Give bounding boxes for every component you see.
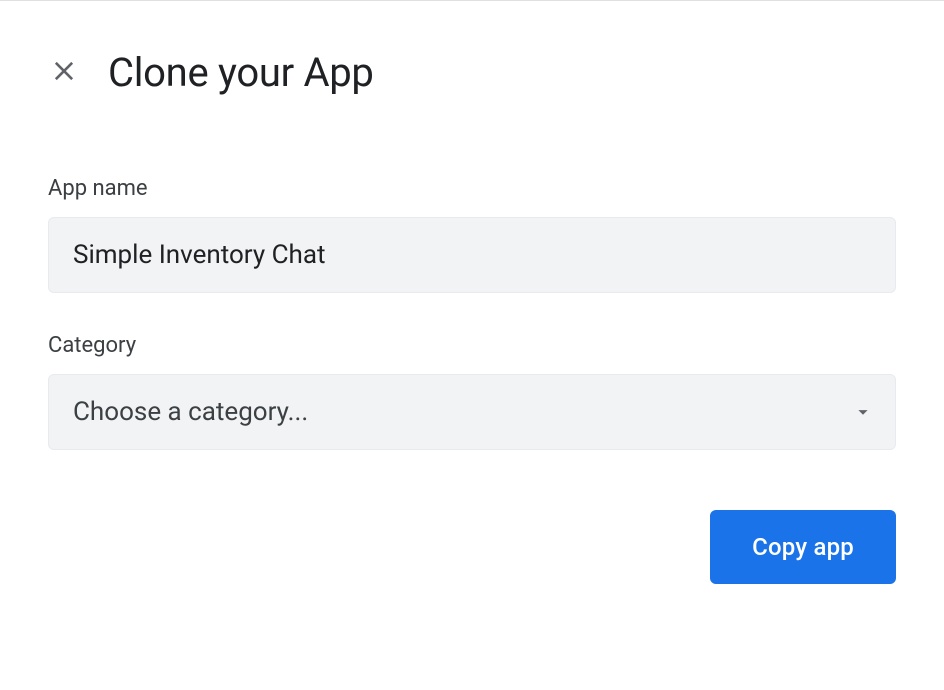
category-field-group: Category Choose a category... [48,333,896,450]
app-name-field-group: App name [48,176,896,293]
category-select-value: Choose a category... [73,397,308,427]
close-button[interactable] [48,57,80,89]
category-label: Category [48,333,896,358]
dialog-title: Clone your App [108,49,374,96]
clone-app-dialog: Clone your App App name Category Choose … [0,1,944,632]
app-name-label: App name [48,176,896,201]
category-select-wrap: Choose a category... [48,374,896,450]
dialog-actions: Copy app [48,510,896,584]
dialog-header: Clone your App [48,49,896,96]
copy-app-button[interactable]: Copy app [710,510,896,584]
category-select[interactable]: Choose a category... [48,374,896,450]
app-name-input[interactable] [48,217,896,293]
close-icon [50,57,78,88]
